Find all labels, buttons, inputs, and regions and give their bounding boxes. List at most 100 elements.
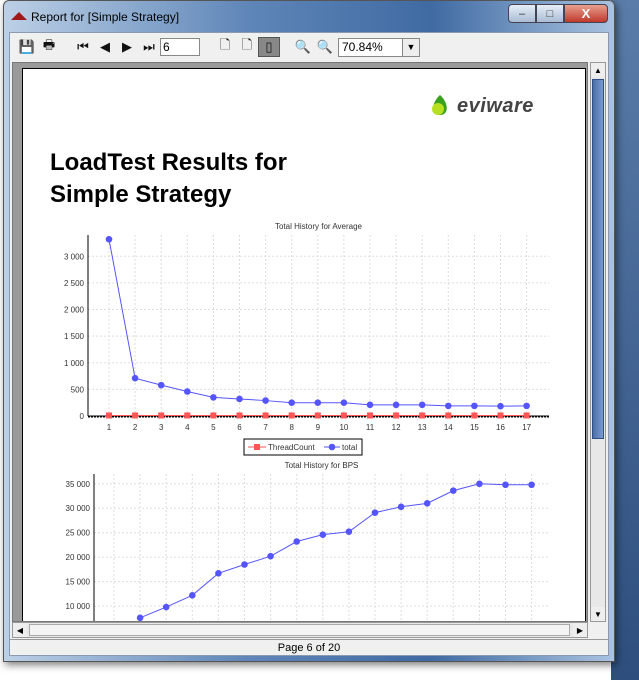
data-point-total <box>418 401 426 409</box>
x-tick-label: 6 <box>237 423 242 432</box>
data-point-total <box>476 480 483 488</box>
scroll-right-icon[interactable]: ▶ <box>573 623 587 637</box>
zoom-in-icon[interactable]: 🔍 <box>292 37 314 57</box>
data-point-total <box>345 528 353 536</box>
scroll-left-icon[interactable]: ◀ <box>13 623 27 637</box>
data-point-threadcount <box>471 412 478 419</box>
print-icon[interactable]: 🖶 <box>38 37 60 57</box>
data-point-threadcount <box>210 412 217 419</box>
data-point-total <box>528 481 535 489</box>
x-tick-label: 3 <box>159 423 164 432</box>
data-point-threadcount <box>158 412 165 419</box>
last-page-icon[interactable]: ⏭ <box>138 37 160 57</box>
y-tick-label: 2 500 <box>64 279 85 288</box>
chevron-down-icon[interactable]: ▼ <box>402 38 419 56</box>
next-page-icon[interactable]: ▶ <box>116 37 138 57</box>
data-point-threadcount <box>288 412 295 419</box>
data-point-total <box>366 401 374 409</box>
data-point-total <box>184 388 191 395</box>
maximize-button[interactable]: □ <box>536 4 564 23</box>
x-tick-label: 1 <box>107 423 112 432</box>
x-tick-label: 11 <box>366 423 375 432</box>
data-point-threadcount <box>132 412 139 419</box>
data-point-total <box>215 570 222 577</box>
first-page-icon[interactable]: ⏮ <box>72 37 94 57</box>
zoom-out-icon[interactable]: 🔍 <box>314 37 336 57</box>
x-tick-label: 5 <box>211 423 216 432</box>
title-bar[interactable]: Report for [Simple Strategy] – □ X <box>4 1 614 31</box>
data-point-total <box>445 402 452 410</box>
data-point-threadcount <box>340 412 347 419</box>
data-point-total <box>241 561 248 568</box>
data-point-threadcount <box>236 412 243 419</box>
data-point-total <box>392 401 400 409</box>
x-tick-label: 9 <box>316 423 321 432</box>
data-point-total <box>497 402 504 410</box>
data-point-threadcount <box>262 412 269 419</box>
actual-size-icon[interactable]: 🗋 <box>214 37 236 57</box>
x-tick-label: 8 <box>289 423 294 432</box>
y-tick-label: 3 000 <box>64 252 85 261</box>
horizontal-scroll-thumb[interactable] <box>29 624 570 636</box>
y-tick-label: 15 000 <box>66 578 91 587</box>
scroll-down-icon[interactable]: ▼ <box>591 607 605 621</box>
legend-marker-total <box>328 443 336 451</box>
charts: Total History for Average 0 500 1 000 1 500 2… <box>64 222 549 621</box>
vertical-scroll-thumb[interactable] <box>592 79 604 439</box>
data-point-total <box>162 603 170 611</box>
fit-page-icon[interactable]: ▯ <box>258 37 280 57</box>
x-tick-label: 12 <box>392 423 401 432</box>
data-point-total <box>157 381 165 389</box>
legend-marker-threadcount <box>254 444 260 450</box>
page-number-input[interactable]: 6 <box>160 38 200 56</box>
data-point-total <box>236 395 243 403</box>
data-point-total <box>189 592 196 599</box>
horizontal-scrollbar[interactable]: ◀ ▶ <box>12 622 588 638</box>
minimize-button[interactable]: – <box>508 4 536 23</box>
data-point-total <box>314 399 322 406</box>
scroll-up-icon[interactable]: ▲ <box>591 63 605 77</box>
data-point-threadcount <box>523 412 530 419</box>
x-tick-label: 16 <box>496 423 505 432</box>
data-point-threadcount <box>497 412 504 419</box>
x-tick-label: 17 <box>522 423 531 432</box>
data-point-total <box>523 402 530 410</box>
series-line-total <box>139 483 532 619</box>
x-tick-label: 14 <box>444 423 453 432</box>
data-point-total <box>319 531 327 538</box>
data-point-total <box>471 402 478 410</box>
x-tick-label: 15 <box>470 423 479 432</box>
x-tick-label: 7 <box>263 423 268 432</box>
data-point-total <box>136 614 144 621</box>
y-tick-label: 500 <box>71 385 85 394</box>
data-point-total <box>131 374 139 382</box>
data-point-threadcount <box>314 412 321 419</box>
chart-title: Total History for BPS <box>285 461 359 470</box>
y-tick-label: 25 000 <box>66 529 91 538</box>
data-point-total <box>502 481 509 489</box>
data-point-total <box>423 500 431 507</box>
data-point-threadcount <box>419 412 426 419</box>
data-point-total <box>293 538 301 545</box>
report-viewer: eviware LoadTest Results for Simple Stra… <box>12 62 588 622</box>
data-point-total <box>210 394 217 401</box>
data-point-total <box>262 397 269 404</box>
zoom-select[interactable]: 70.84% ▼ <box>338 37 420 57</box>
y-tick-label: 0 <box>80 412 85 421</box>
data-point-total <box>105 235 113 243</box>
y-tick-label: 30 000 <box>66 504 91 513</box>
data-point-total <box>371 509 379 516</box>
data-point-threadcount <box>367 412 373 419</box>
window-title: Report for [Simple Strategy] <box>31 10 180 24</box>
save-icon[interactable]: 💾 <box>16 37 38 57</box>
previous-page-icon[interactable]: ◀ <box>94 37 116 57</box>
app-icon <box>11 12 27 20</box>
legend-label-total: total <box>342 443 357 452</box>
data-point-total <box>397 503 405 511</box>
data-point-total <box>267 552 274 560</box>
legend-label-threadcount: ThreadCount <box>268 443 315 452</box>
data-point-total <box>288 399 296 406</box>
close-button[interactable]: X <box>564 4 608 23</box>
fit-width-icon[interactable]: 🗋 <box>236 37 258 57</box>
vertical-scrollbar[interactable]: ▲ ▼ <box>590 62 606 622</box>
